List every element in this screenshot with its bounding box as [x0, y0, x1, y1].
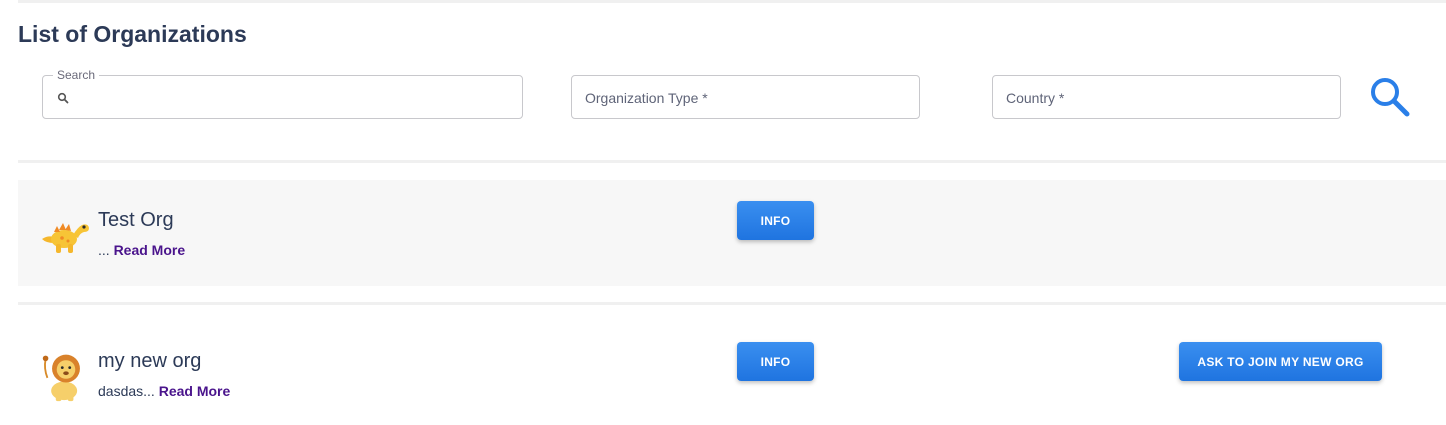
- organization-type-placeholder: Organization Type *: [585, 90, 708, 106]
- search-field[interactable]: Search: [42, 68, 523, 119]
- organization-type-select[interactable]: Organization Type *: [571, 75, 920, 119]
- country-placeholder: Country *: [1006, 90, 1065, 106]
- search-field-label: Search: [53, 68, 100, 82]
- rows-divider: [18, 302, 1446, 305]
- read-more-link[interactable]: Read More: [159, 383, 231, 399]
- lion-icon: [42, 354, 80, 402]
- ask-to-join-button[interactable]: ASK TO JOIN MY NEW ORG: [1179, 342, 1382, 381]
- organization-row: my new org dasdas... Read More INFO ASK …: [18, 320, 1446, 425]
- filters-divider: [18, 160, 1446, 163]
- country-select[interactable]: Country *: [992, 75, 1341, 119]
- info-button[interactable]: INFO: [737, 201, 814, 240]
- organization-name: my new org: [98, 350, 202, 372]
- search-icon: [57, 92, 69, 104]
- top-divider: [18, 0, 1446, 3]
- info-button[interactable]: INFO: [737, 342, 814, 381]
- organization-description-text: dasdas...: [98, 383, 155, 399]
- organization-row: Test Org ... Read More INFO: [18, 180, 1446, 286]
- read-more-link[interactable]: Read More: [114, 242, 186, 258]
- organization-description: dasdas... Read More: [98, 383, 230, 399]
- organization-name: Test Org: [98, 209, 174, 231]
- dinosaur-icon: [42, 223, 89, 253]
- search-button-icon[interactable]: [1369, 76, 1411, 118]
- page-title: List of Organizations: [18, 21, 247, 47]
- organization-description-text: ...: [98, 242, 110, 258]
- organization-description: ... Read More: [98, 242, 185, 258]
